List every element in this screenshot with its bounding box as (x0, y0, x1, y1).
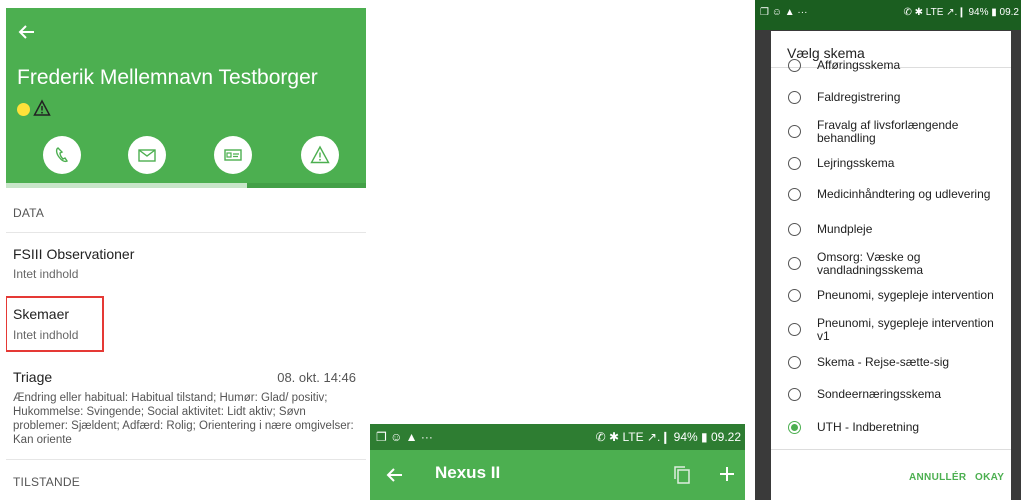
app-bar-title: Nexus II (435, 463, 501, 482)
skemaer-title[interactable]: Skemaer (13, 306, 69, 322)
form-option[interactable]: Pneunomi, sygepleje intervention v1 (771, 317, 1011, 343)
divider (6, 459, 366, 460)
status-right-info: ✆ ✱ LTE ↗.❙ 94% ▮ 09.22 (595, 430, 741, 444)
form-option[interactable]: UTH - Indberetning (771, 420, 1011, 434)
radio-unselected-icon[interactable] (788, 156, 801, 170)
radio-unselected-icon[interactable] (788, 288, 801, 302)
form-option-label: Mundpleje (817, 222, 873, 236)
cancel-button[interactable]: ANNULLÉR (909, 472, 966, 483)
form-option-label: UTH - Indberetning (817, 420, 920, 434)
form-option-label: Faldregistrering (817, 90, 901, 104)
radio-selected-icon[interactable] (788, 420, 801, 434)
section-header-tilstande: TILSTANDE (13, 475, 80, 489)
form-option-label: Pneunomi, sygepleje intervention v1 (817, 316, 994, 343)
radio-unselected-icon[interactable] (788, 355, 801, 369)
triage-date: 08. okt. 14:46 (277, 370, 356, 385)
radio-unselected-icon[interactable] (788, 387, 801, 401)
form-option-label: Omsorg: Væske og vandladningsskema (817, 250, 924, 277)
call-button[interactable] (43, 136, 81, 174)
form-option-label: Afføringsskema (817, 58, 901, 72)
form-option-label: Medicinhåndtering og udlevering (817, 187, 991, 201)
form-option-label: Lejringsskema (817, 156, 895, 170)
mail-icon (138, 149, 156, 162)
status-left-icons: ❐ ☺ ▲ ··· (760, 7, 808, 18)
email-button[interactable] (128, 136, 166, 174)
form-option[interactable]: Faldregistrering (771, 90, 1011, 104)
warning-icon (310, 145, 330, 164)
status-dot-icon (17, 103, 30, 116)
form-option[interactable]: Sondeernæringsskema (771, 387, 1011, 401)
section-header-data: DATA (13, 206, 45, 220)
add-icon[interactable] (718, 465, 736, 483)
radio-unselected-icon[interactable] (788, 222, 801, 236)
action-bar (6, 136, 366, 178)
radio-unselected-icon[interactable] (788, 90, 801, 104)
status-left-icons: ❐ ☺ ▲ ··· (376, 430, 433, 444)
divider (6, 232, 366, 233)
id-card-button[interactable] (214, 136, 252, 174)
warning-button[interactable] (301, 136, 339, 174)
status-bar: ❐ ☺ ▲ ··· ✆ ✱ LTE ↗.❙ 94% ▮ 09.22 (370, 424, 745, 450)
highlight-box (6, 296, 104, 352)
okay-button[interactable]: OKAY (975, 472, 1004, 483)
status-bar: ❐ ☺ ▲ ··· ✆ ✱ LTE ↗.❙ 94% ▮ 09.2 (755, 0, 1021, 30)
warning-icon (33, 99, 51, 116)
app-bar: Nexus II (370, 450, 745, 500)
patient-header: Frederik Mellemnavn Testborger (6, 8, 366, 188)
patient-detail-screen: Frederik Mellemnavn Testborger DATA FSII… (6, 8, 366, 500)
nexus-screen: ❐ ☺ ▲ ··· ✆ ✱ LTE ↗.❙ 94% ▮ 09.22 Nexus … (370, 424, 745, 500)
triage-title[interactable]: Triage (13, 369, 52, 385)
tab-progress-bar (6, 183, 366, 188)
form-option-label: Fravalg af livsforlængende behandling (817, 118, 959, 145)
skemaer-subtitle: Intet indhold (13, 328, 79, 342)
form-option-label: Sondeernæringsskema (817, 387, 942, 401)
radio-unselected-icon[interactable] (788, 125, 801, 138)
form-option[interactable]: Afføringsskema (771, 58, 1011, 72)
id-card-icon (224, 149, 242, 161)
choose-form-screen: ❐ ☺ ▲ ··· ✆ ✱ LTE ↗.❙ 94% ▮ 09.2 Vælg sk… (755, 0, 1021, 500)
back-arrow-icon[interactable] (17, 22, 37, 42)
status-right-info: ✆ ✱ LTE ↗.❙ 94% ▮ 09.2 (903, 7, 1019, 18)
patient-name: Frederik Mellemnavn Testborger (17, 66, 318, 89)
tab-progress-fill (6, 183, 248, 188)
copy-icon[interactable] (672, 464, 692, 486)
form-option[interactable]: Mundpleje (771, 222, 1011, 236)
radio-unselected-icon[interactable] (788, 58, 801, 72)
form-option-label: Pneunomi, sygepleje intervention (817, 288, 994, 302)
form-option[interactable]: Pneunomi, sygepleje intervention (771, 288, 1011, 302)
form-option[interactable]: Lejringsskema (771, 156, 1011, 170)
radio-unselected-icon[interactable] (788, 187, 801, 201)
phone-icon (55, 147, 69, 163)
form-option[interactable]: Medicinhåndtering og udlevering (771, 187, 1011, 201)
fsiii-observations-title[interactable]: FSIII Observationer (13, 246, 134, 262)
form-option[interactable]: Fravalg af livsforlængende behandling (771, 119, 1011, 145)
back-arrow-icon[interactable] (385, 465, 405, 485)
form-option-label: Skema - Rejse-sætte-sig (817, 355, 950, 369)
radio-unselected-icon[interactable] (788, 323, 801, 336)
fsiii-observations-subtitle: Intet indhold (13, 267, 79, 281)
divider (771, 449, 1011, 450)
form-option[interactable]: Omsorg: Væske og vandladningsskema (771, 251, 1011, 277)
choose-form-dialog: Vælg skema Afføringsskema Faldregistrerin… (771, 31, 1011, 500)
radio-unselected-icon[interactable] (788, 257, 801, 270)
triage-body: Ændring eller habitual: Habitual tilstan… (13, 392, 354, 446)
form-option[interactable]: Skema - Rejse-sætte-sig (771, 355, 1011, 369)
